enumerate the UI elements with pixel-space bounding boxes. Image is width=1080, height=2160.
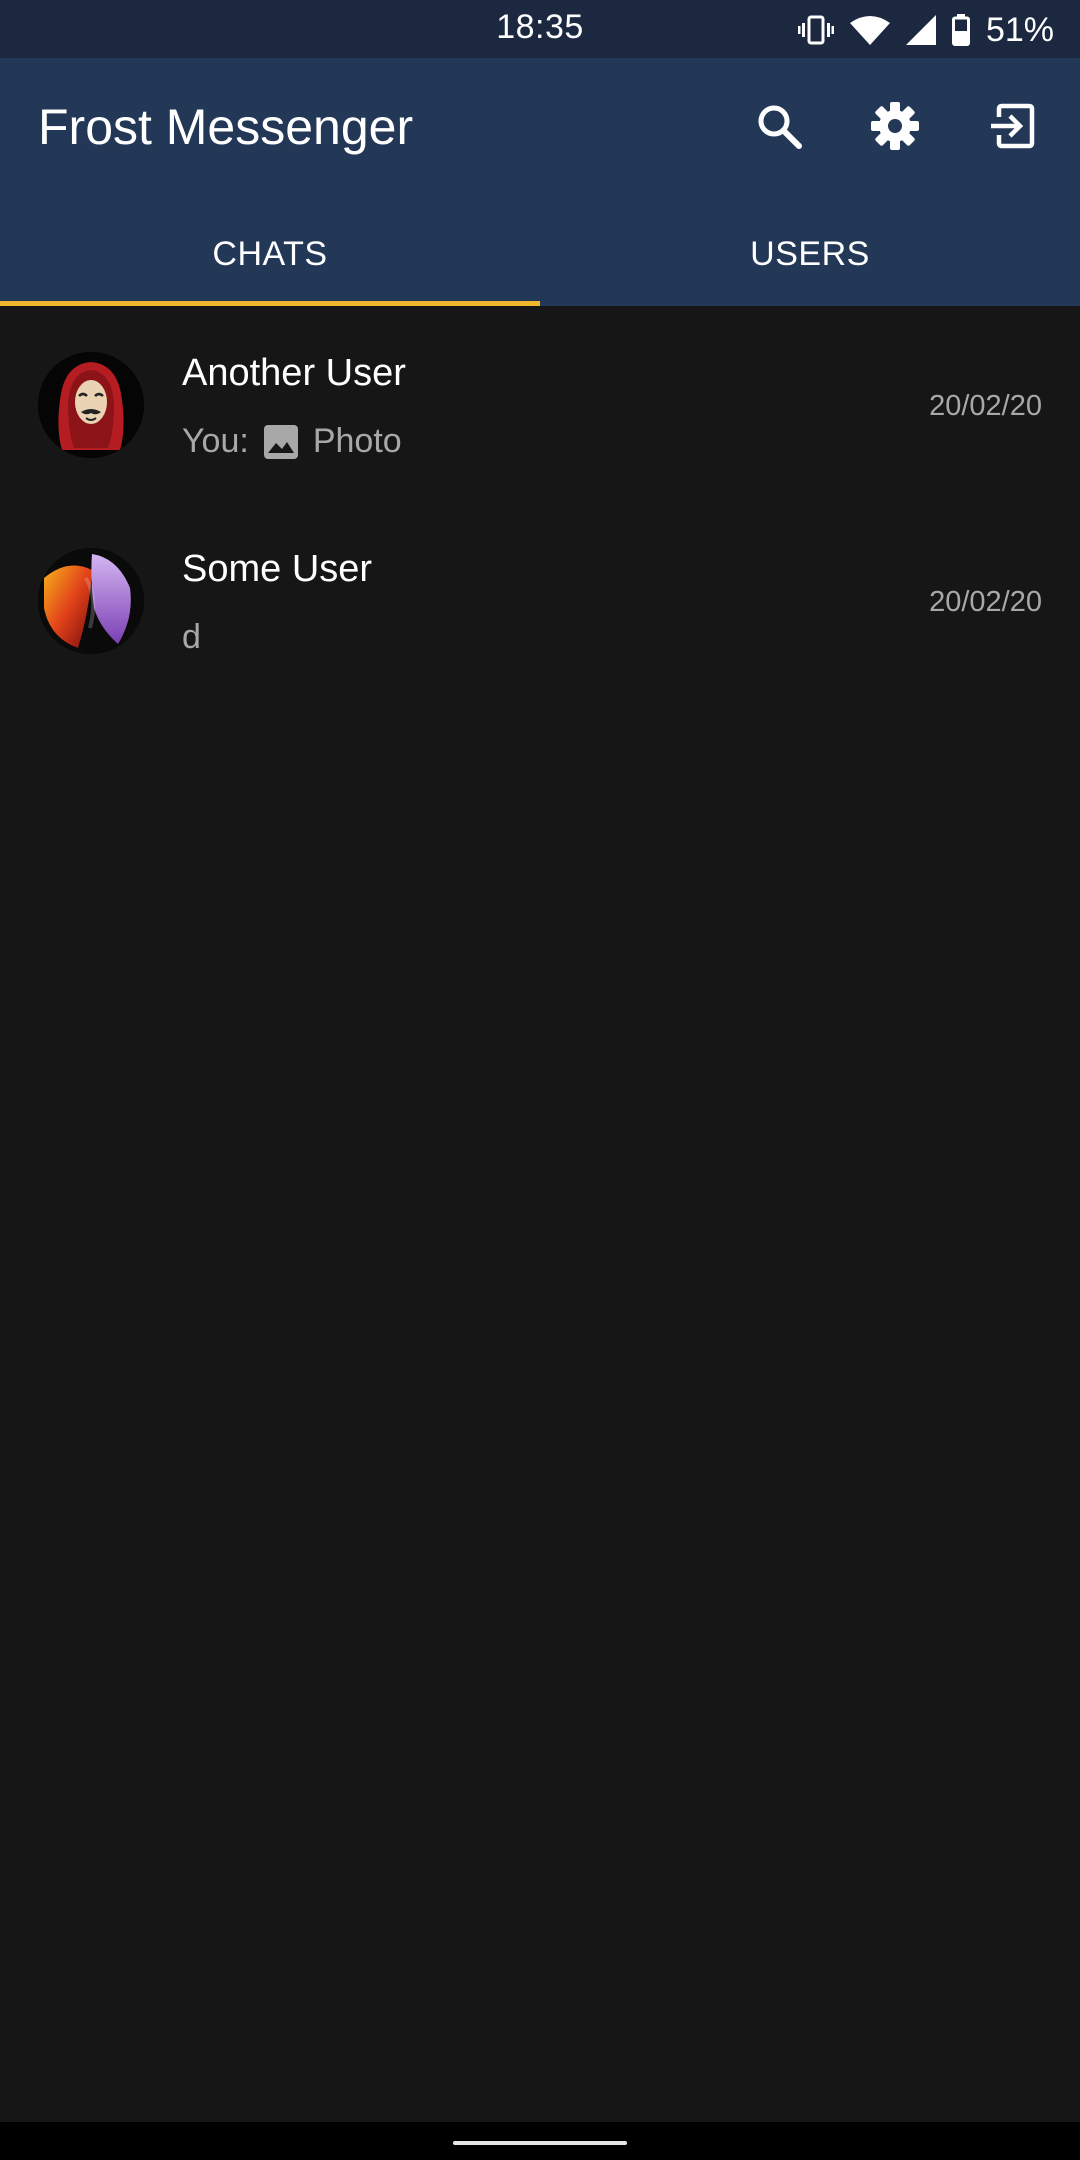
chat-preview: d [182,618,201,657]
search-button[interactable] [741,90,817,166]
chat-item-another-user[interactable]: Another User You: Photo 20/02/20 [0,306,1080,502]
status-icons: 51% [797,10,1054,50]
mask-avatar [38,352,144,458]
signal-icon [905,15,936,45]
chat-list: Another User You: Photo 20/02/20 Some Us… [0,306,1080,698]
screen: 18:35 51% Frost Messenger CHATS USERS An… [0,0,1080,2160]
photo-icon [263,424,299,460]
preview-text: d [182,618,201,656]
home-indicator[interactable] [453,2141,627,2145]
app-bar: Frost Messenger CHATS USERS [0,58,1080,306]
chat-date: 20/02/20 [929,390,1042,422]
settings-button[interactable] [857,90,933,166]
tab-bar: CHATS USERS [0,223,1080,306]
chat-name: Another User [182,352,406,394]
vibrate-icon [797,15,834,45]
chat-name: Some User [182,548,373,590]
status-bar: 18:35 51% [0,0,1080,58]
app-title: Frost Messenger [38,99,414,155]
tab-users[interactable]: USERS [540,223,1080,306]
settings-gear-icon [870,101,920,156]
preview-prefix: You: [182,422,249,460]
battery-percent: 51% [985,10,1054,49]
chat-date: 20/02/20 [929,586,1042,618]
search-icon [756,103,802,154]
chat-preview: You: Photo [182,422,402,461]
tab-chats[interactable]: CHATS [0,223,540,306]
logout-icon [989,103,1035,154]
abstract-avatar [38,548,144,654]
preview-text: Photo [312,422,402,460]
wifi-icon [849,15,890,45]
battery-icon [951,14,970,46]
logout-button[interactable] [974,90,1050,166]
navigation-bar [0,2122,1080,2160]
chat-item-some-user[interactable]: Some User d 20/02/20 [0,502,1080,698]
